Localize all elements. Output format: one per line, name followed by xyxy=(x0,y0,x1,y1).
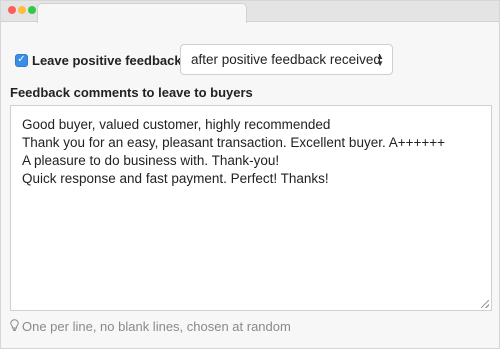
close-window-button[interactable] xyxy=(8,6,16,14)
active-tab[interactable] xyxy=(37,3,247,23)
feedback-trigger-select[interactable]: after positive feedback received ▲ ▼ xyxy=(180,44,393,75)
leave-feedback-checkbox[interactable]: ✓ xyxy=(15,53,28,67)
feedback-comments-textarea[interactable]: Good buyer, valued customer, highly reco… xyxy=(10,105,492,311)
comments-label: Feedback comments to leave to buyers xyxy=(10,85,253,100)
app-window: ✓ Leave positive feedback after positive… xyxy=(0,0,500,349)
leave-feedback-label[interactable]: Leave positive feedback xyxy=(32,53,182,68)
checkmark-icon: ✓ xyxy=(17,54,26,65)
title-bar xyxy=(1,1,499,23)
comment-line: Thank you for an easy, pleasant transact… xyxy=(22,135,446,150)
resize-grip-icon[interactable] xyxy=(481,300,489,308)
comment-line: Good buyer, valued customer, highly reco… xyxy=(22,117,331,132)
lightbulb-icon xyxy=(10,319,19,334)
comment-line: Quick response and fast payment. Perfect… xyxy=(22,171,329,186)
feedback-trigger-value: after positive feedback received xyxy=(191,52,381,67)
select-arrows-icon: ▲ ▼ xyxy=(376,52,384,68)
comment-line: A pleasure to do business with. Thank-yo… xyxy=(22,153,280,168)
leave-feedback-row: ✓ Leave positive feedback xyxy=(15,45,182,75)
hint-text: One per line, no blank lines, chosen at … xyxy=(22,319,291,334)
hint-row: One per line, no blank lines, chosen at … xyxy=(10,319,291,334)
minimize-window-button[interactable] xyxy=(18,6,26,14)
maximize-window-button[interactable] xyxy=(28,6,36,14)
